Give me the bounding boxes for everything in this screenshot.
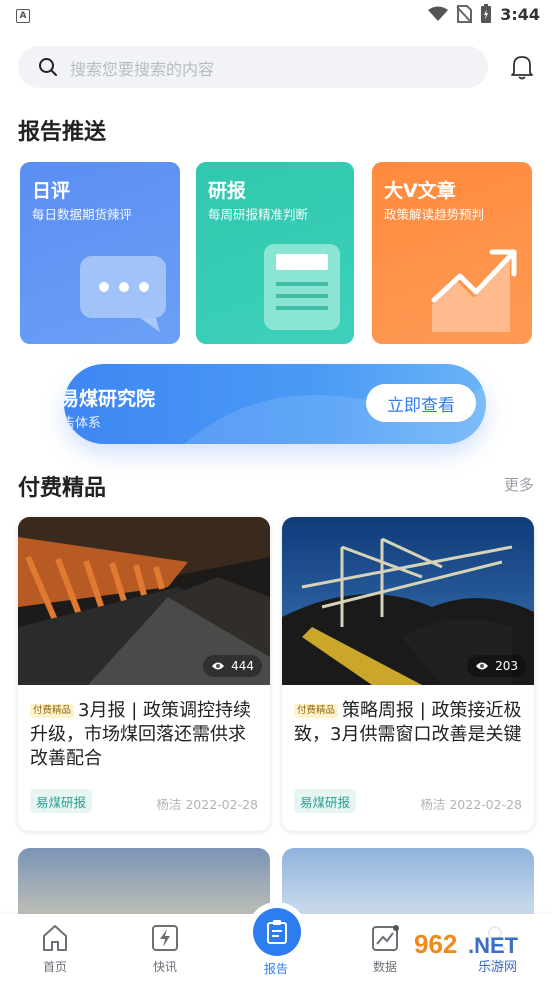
banner-subtitle: 告体系 (64, 416, 102, 431)
research-institute-banner[interactable]: 易煤研究院 告体系 立即查看 (64, 364, 486, 444)
status-time: 3:44 (500, 4, 540, 24)
category-tag[interactable]: 易煤研报 (294, 789, 357, 813)
report-card-subtitle: 每日数据期货辣评 (32, 207, 133, 222)
report-card-title: 研报 (208, 180, 247, 202)
eye-icon (476, 662, 489, 670)
tab-report-label-wrap: 报告 (241, 960, 311, 977)
report-card-subtitle: 政策解读趋势预判 (384, 207, 485, 222)
search-placeholder: 搜索您要搜索的内容 (70, 60, 215, 79)
wifi-icon (428, 6, 449, 21)
tab-label: 首页 (42, 960, 67, 974)
watermark-logo: 962 .NET 乐游网 (406, 925, 546, 977)
status-bar: A 3:44 (0, 0, 552, 32)
article-card[interactable]: 203 付费精品 策略周报 | 政策接近极致，3月供需窗口改善是关键 易煤研报 杨… (282, 517, 534, 831)
report-card-subtitle: 每周研报精准判断 (208, 207, 309, 222)
more-link[interactable]: 更多 (504, 474, 534, 495)
article-card[interactable]: 444 付费精品 3月报 | 政策调控持续升级，市场煤回落还需供求改善配合 易煤研… (18, 517, 270, 831)
svg-text:.NET: .NET (468, 933, 519, 958)
author-date: 杨洁 2022-02-28 (420, 797, 522, 812)
battery-icon (481, 4, 492, 23)
report-icon (267, 920, 287, 944)
notification-a-icon: A (16, 9, 30, 23)
author-date: 杨洁 2022-02-28 (156, 797, 258, 812)
status-right: 3:44 (428, 4, 540, 24)
search-row: 搜索您要搜索的内容 (18, 46, 534, 88)
bell-icon[interactable] (510, 54, 534, 80)
bottom-tab-bar: 首页 快讯 报告 数据 我的 962 .NET 乐游网 (0, 908, 552, 983)
view-now-button[interactable]: 立即查看 (366, 384, 476, 422)
eye-icon (212, 662, 225, 670)
paid-tag: 付费精品 (30, 704, 75, 718)
tab-report-button[interactable] (253, 908, 301, 956)
tab-flash[interactable]: 快讯 (130, 922, 200, 975)
report-card-research[interactable]: 研报 每周研报精准判断 (196, 162, 354, 344)
tab-home[interactable]: 首页 (20, 922, 90, 975)
report-card-title: 大V文章 (384, 180, 456, 202)
chat-bubble-icon (80, 256, 166, 332)
article-title-wrap: 付费精品 3月报 | 政策调控持续升级，市场煤回落还需供求改善配合 (30, 699, 258, 771)
reports-section-title: 报告推送 (18, 120, 107, 145)
svg-text:962: 962 (414, 929, 457, 959)
paid-tag: 付费精品 (294, 704, 339, 718)
tab-label: 快讯 (152, 960, 177, 974)
category-tag[interactable]: 易煤研报 (30, 789, 93, 813)
banner-title: 易煤研究院 (64, 388, 156, 410)
document-icon (264, 244, 340, 330)
view-count: 444 (203, 655, 262, 677)
no-sim-icon (456, 5, 473, 23)
chart-icon (372, 925, 399, 951)
svg-text:乐游网: 乐游网 (478, 960, 517, 975)
article-title-wrap: 付费精品 策略周报 | 政策接近极致，3月供需窗口改善是关键 (294, 699, 522, 747)
view-count-value: 444 (231, 659, 254, 673)
search-icon (39, 58, 57, 76)
report-card-bigv[interactable]: 大V文章 政策解读趋势预判 (372, 162, 532, 344)
tab-label-active: 报告 (263, 962, 288, 976)
home-icon (43, 925, 67, 951)
trend-up-icon (431, 249, 517, 332)
search-input[interactable]: 搜索您要搜索的内容 (18, 46, 488, 88)
report-card-daily[interactable]: 日评 每日数据期货辣评 (20, 162, 180, 344)
view-count: 203 (467, 655, 526, 677)
flash-icon (152, 925, 178, 951)
report-card-title: 日评 (32, 180, 71, 202)
premium-section-title: 付费精品 (18, 476, 107, 501)
view-count-value: 203 (495, 659, 518, 673)
